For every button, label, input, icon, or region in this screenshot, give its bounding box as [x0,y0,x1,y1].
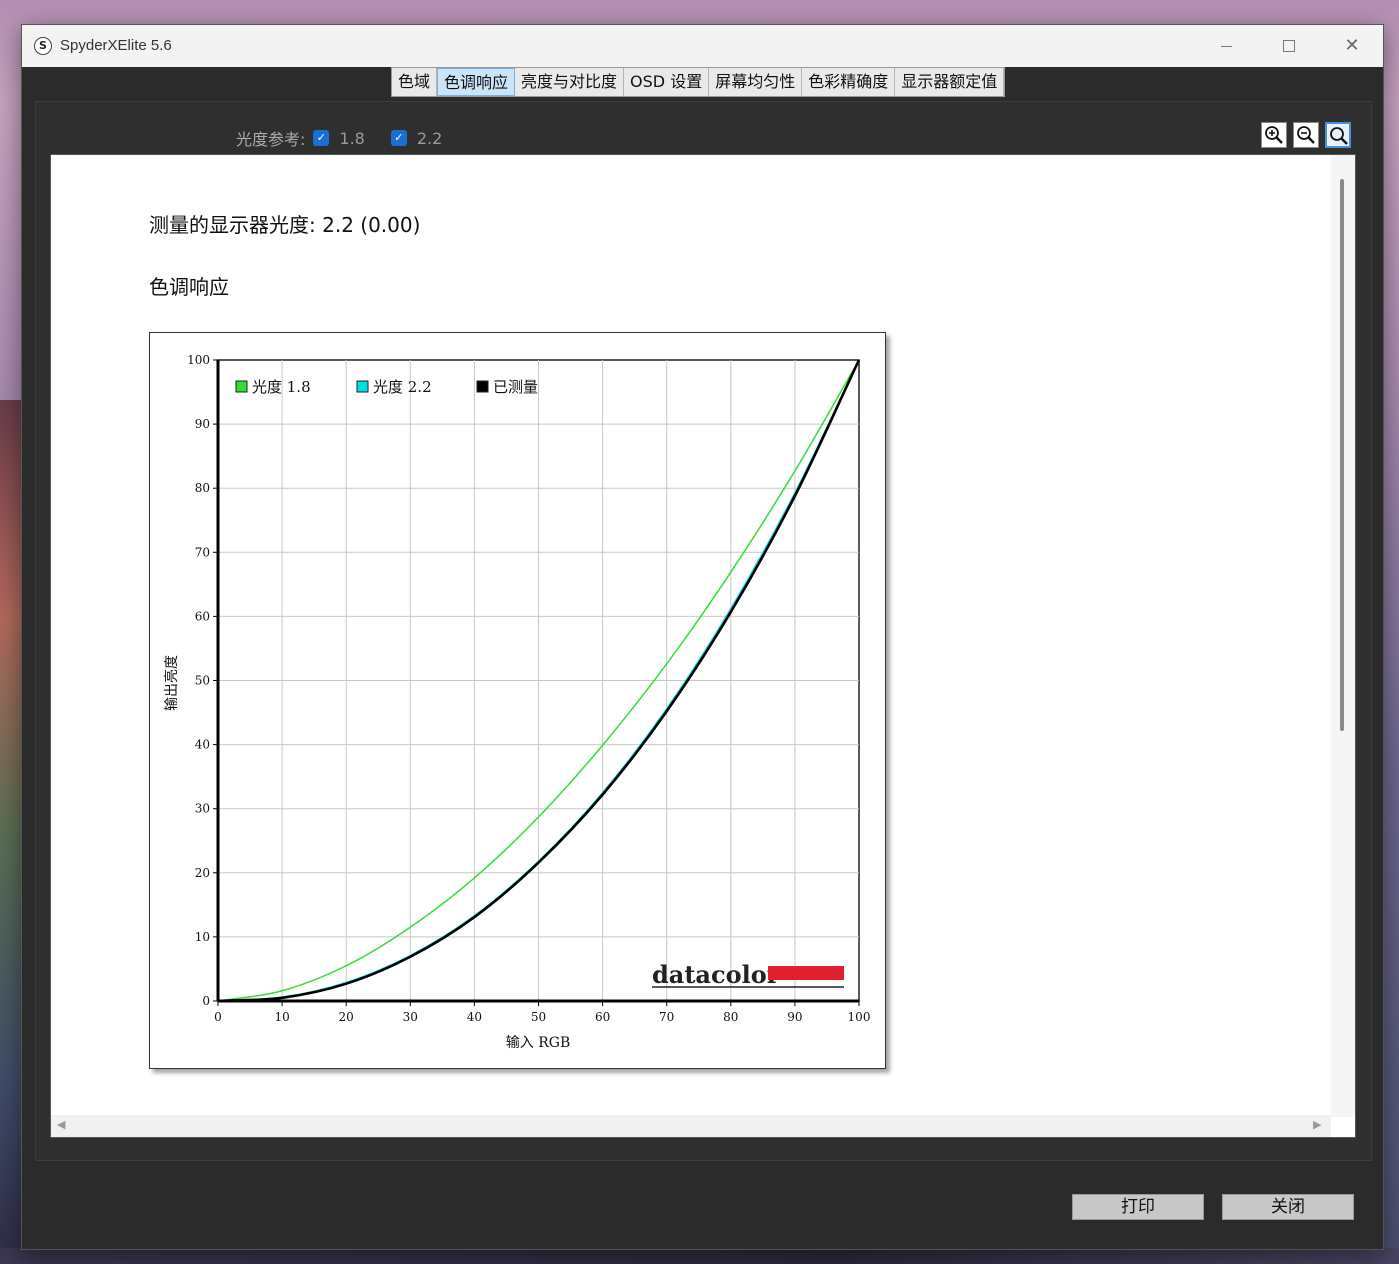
gamma-1-8-checkbox[interactable]: ✓ [313,130,330,146]
legend-label-1: 光度 2.2 [373,378,432,396]
report-panel: 光度参考: ✓ 1.8 ✓ 2.2 测量的显示器光度: 2.2 (0.00) 色… [35,101,1372,1161]
tab-brightness-contrast[interactable]: 亮度与对比度 [515,68,625,96]
zoom-out-icon [1297,126,1315,144]
zoom-fit-icon [1330,127,1348,145]
tone-response-chart: 0 10 20 30 40 50 60 70 80 90 100 0 10 20 30 40 50 60 70 80 9… [149,332,886,1069]
x-tick-label: 60 [595,1010,610,1024]
maximize-icon [1283,40,1295,52]
y-tick-label: 70 [195,545,210,559]
title-bar[interactable]: S SpyderXElite 5.6 ✕ [22,25,1383,67]
x-tick-label: 30 [403,1010,418,1024]
x-tick-label: 20 [339,1010,354,1024]
close-icon: ✕ [1344,35,1360,56]
close-window-button[interactable]: ✕ [1322,29,1382,63]
report-content: 测量的显示器光度: 2.2 (0.00) 色调响应 0 10 20 30 40 50 60 7… [50,154,1356,1138]
vertical-scroll-thumb[interactable] [1340,179,1344,731]
print-button[interactable]: 打印 [1072,1194,1204,1220]
window-title: SpyderXElite 5.6 [60,37,172,54]
minimize-icon [1220,45,1232,47]
legend-label-0: 光度 1.8 [252,378,311,396]
y-tick-label: 90 [195,417,210,431]
gamma-reference-label: 光度参考: [236,130,306,149]
y-tick-label: 30 [195,802,210,816]
close-button[interactable]: 关闭 [1222,1194,1354,1220]
x-axis-label: 输入 RGB [506,1035,570,1051]
app-window: S SpyderXElite 5.6 ✕ 色域 色调响应 亮度与对比度 OSD … [21,24,1384,1250]
y-tick-label: 20 [195,866,210,880]
x-tick-label: 0 [214,1010,222,1024]
y-tick-label: 100 [187,353,210,367]
tab-tone-response[interactable]: 色调响应 [437,68,516,96]
x-tick-label: 80 [723,1010,738,1024]
zoom-in-icon [1265,126,1283,144]
chart-grid [217,359,860,1002]
maximize-button[interactable] [1259,29,1319,63]
tab-screen-uniformity[interactable]: 屏幕均匀性 [709,68,803,96]
x-tick-label: 90 [787,1010,802,1024]
tab-display-rating[interactable]: 显示器额定值 [895,68,1005,96]
section-title: 色调响应 [149,275,229,299]
y-tick-label: 60 [195,609,210,623]
measured-gamma: 测量的显示器光度: 2.2 (0.00) [149,209,420,238]
x-tick-label: 40 [467,1010,482,1024]
tab-osd-settings[interactable]: OSD 设置 [624,68,710,96]
y-tick-label: 10 [195,930,210,944]
zoom-in-button[interactable] [1261,122,1287,148]
y-tick-label: 40 [195,738,210,752]
desktop-wallpaper [0,400,22,1264]
gamma-reference-row: 光度参考: ✓ 1.8 ✓ 2.2 [236,126,468,150]
legend-swatch-0 [235,380,248,393]
datacolor-logo-bar [768,966,844,980]
app-logo-icon: S [34,37,52,55]
y-axis-label: 输出亮度 [163,655,180,711]
x-tick-label: 10 [274,1010,289,1024]
zoom-out-button[interactable] [1293,122,1319,148]
zoom-controls [1261,122,1351,148]
tab-color-gamut[interactable]: 色域 [392,68,438,96]
y-tick-label: 0 [202,994,210,1008]
legend-swatch-2 [476,380,489,393]
vertical-scrollbar[interactable] [1331,155,1355,1117]
y-tick-label: 50 [195,674,210,688]
report-tabs: 色域 色调响应 亮度与对比度 OSD 设置 屏幕均匀性 色彩精确度 显示器额定值 [391,67,1006,97]
horizontal-scrollbar[interactable]: ◀ ▶ [51,1115,1331,1137]
tab-color-accuracy[interactable]: 色彩精确度 [802,68,896,96]
minimize-button[interactable] [1196,29,1256,63]
x-tick-label: 100 [848,1010,871,1024]
legend-swatch-1 [356,380,369,393]
chart-legend: 光度 1.8 光度 2.2 已测量 [235,378,538,396]
measured-gamma-label: 测量的显示器光度: [149,213,316,237]
measured-gamma-value: 2.2 (0.00) [322,213,421,237]
gamma-2-2-label: 2.2 [416,128,443,148]
x-tick-label: 50 [531,1010,546,1024]
scroll-right-arrow-icon[interactable]: ▶ [1313,1118,1321,1131]
gamma-1-8-label: 1.8 [339,128,365,148]
scroll-left-arrow-icon[interactable]: ◀ [57,1118,65,1131]
legend-label-2: 已测量 [493,378,538,396]
y-tick-label: 80 [195,481,210,495]
zoom-fit-button[interactable] [1325,122,1351,148]
gamma-2-2-checkbox[interactable]: ✓ [390,130,407,146]
chart-svg: 0 10 20 30 40 50 60 70 80 90 100 0 10 20 30 40 50 60 70 80 9… [163,353,871,1051]
datacolor-logo-text: datacolor [652,960,780,989]
desktop-wallpaper-bottom [0,1248,1399,1264]
x-tick-label: 70 [659,1010,674,1024]
